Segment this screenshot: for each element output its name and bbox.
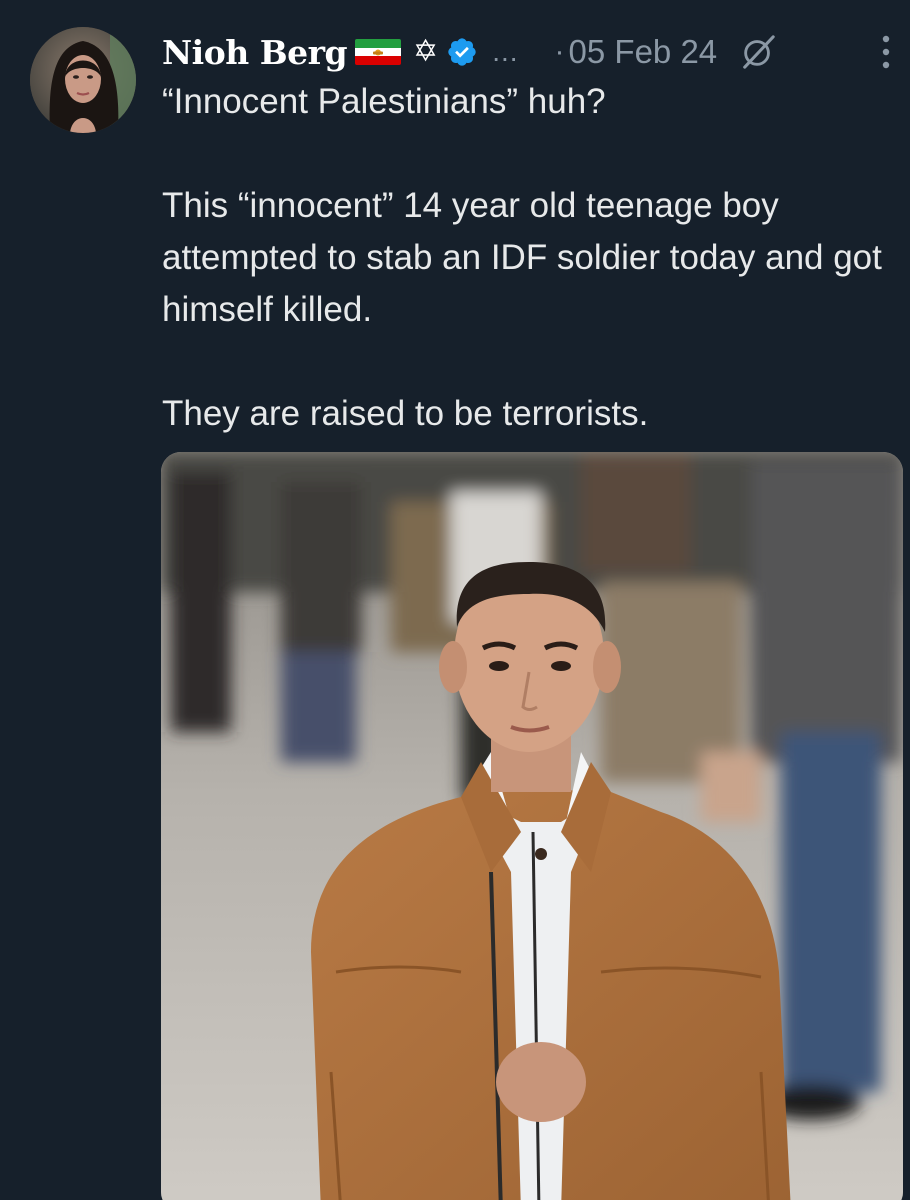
avatar[interactable] <box>30 27 136 133</box>
more-options-icon[interactable] <box>876 30 896 74</box>
photo-boy-in-tan-jacket <box>161 452 903 1200</box>
tweet-date[interactable]: 05 Feb 24 <box>569 33 718 71</box>
tweet-header: Nioh Berg ✡ ... · 05 Feb 24 <box>162 26 910 78</box>
avatar-photo <box>30 27 136 133</box>
verified-badge-icon[interactable] <box>446 36 478 68</box>
grok-icon[interactable] <box>739 33 777 71</box>
tweet-text-line-1: “Innocent Palestinians” huh? <box>162 82 606 121</box>
tweet: Nioh Berg ✡ ... · 05 Feb 24 “Innocent Pa… <box>0 0 910 1200</box>
separator-dot: · <box>554 35 565 68</box>
tweet-text: “Innocent Palestinians” huh? This “innoc… <box>162 76 892 440</box>
tweet-text-paragraph-2: This “innocent” 14 year old teenage boy … <box>162 186 882 329</box>
name-truncation: ... <box>492 36 519 67</box>
tweet-text-paragraph-3: They are raised to be terrorists. <box>162 394 649 433</box>
author-display-name[interactable]: Nioh Berg <box>162 33 348 72</box>
tweet-media-photo[interactable] <box>161 452 903 1200</box>
star-of-david-icon: ✡ <box>413 35 439 68</box>
iran-lion-and-sun-flag-icon <box>355 39 402 65</box>
